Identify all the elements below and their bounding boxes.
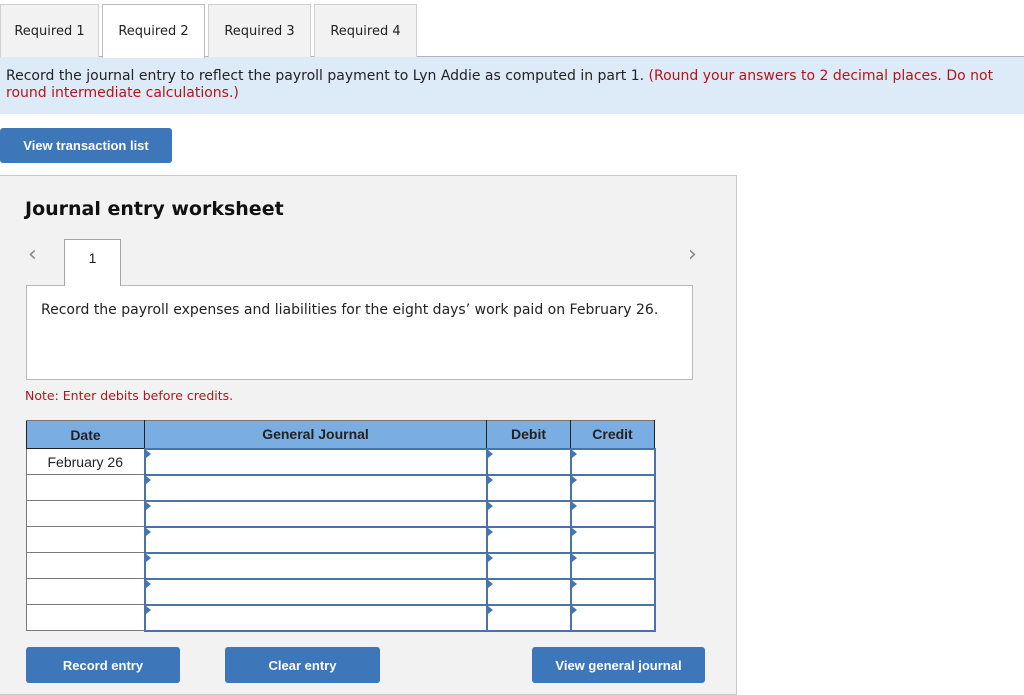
debit-input[interactable]	[487, 580, 570, 603]
prev-entry-chevron-left-icon[interactable]: ‹	[28, 244, 37, 266]
account-cell	[143, 525, 488, 554]
instruction-text: Record the journal entry to reflect the …	[6, 68, 645, 84]
debit-cell	[485, 551, 572, 580]
instruction-banner: Record the journal entry to reflect the …	[0, 57, 1024, 114]
date-column-header: Date	[26, 420, 145, 449]
entry-description: Record the payroll expenses and liabilit…	[26, 285, 693, 380]
date-cell: February 26	[26, 448, 145, 475]
view-transaction-list-button[interactable]: View transaction list	[0, 128, 172, 163]
debit-input[interactable]	[487, 528, 570, 551]
credit-cell	[569, 603, 656, 632]
debit-cell	[485, 499, 572, 528]
date-cell	[26, 500, 145, 527]
debit-cell	[485, 447, 572, 476]
account-input[interactable]	[145, 450, 486, 473]
tab-required-4[interactable]: Required 4	[314, 4, 417, 57]
entry-tab-1[interactable]: 1	[64, 239, 121, 286]
journal-row: February 26	[26, 447, 656, 476]
entry-number: 1	[88, 250, 97, 266]
journal-row	[26, 603, 656, 632]
general-journal-column-header: General Journal	[144, 420, 487, 449]
account-input[interactable]	[145, 528, 486, 551]
credit-cell	[569, 499, 656, 528]
date-cell	[26, 526, 145, 553]
credit-input[interactable]	[571, 476, 654, 499]
account-cell	[143, 499, 488, 528]
date-cell	[26, 552, 145, 579]
tab-required-3[interactable]: Required 3	[208, 4, 311, 57]
tab-required-1[interactable]: Required 1	[0, 4, 99, 57]
debit-column-header: Debit	[486, 420, 571, 449]
account-input[interactable]	[145, 502, 486, 525]
account-cell	[143, 447, 488, 476]
debits-before-credits-note: Note: Enter debits before credits.	[25, 388, 234, 403]
debit-input[interactable]	[487, 606, 570, 629]
credit-cell	[569, 577, 656, 606]
account-input[interactable]	[145, 606, 486, 629]
date-cell	[26, 474, 145, 501]
credit-input[interactable]	[571, 580, 654, 603]
entry-description-text: Record the payroll expenses and liabilit…	[41, 302, 659, 318]
account-cell	[143, 603, 488, 632]
credit-column-header: Credit	[570, 420, 655, 449]
journal-row	[26, 577, 656, 606]
debit-input[interactable]	[487, 450, 570, 473]
view-general-journal-button[interactable]: View general journal	[532, 647, 705, 683]
journal-row	[26, 473, 656, 502]
date-cell	[26, 604, 145, 631]
journal-table: Date General Journal Debit Credit Februa…	[26, 420, 656, 632]
journal-row	[26, 525, 656, 554]
account-cell	[143, 551, 488, 580]
credit-cell	[569, 447, 656, 476]
journal-header-row: Date General Journal Debit Credit	[26, 420, 655, 449]
record-entry-button[interactable]: Record entry	[26, 647, 180, 683]
account-cell	[143, 473, 488, 502]
credit-input[interactable]	[571, 502, 654, 525]
tab-required-2[interactable]: Required 2	[102, 4, 205, 58]
journal-row	[26, 551, 656, 580]
worksheet-title: Journal entry worksheet	[25, 198, 284, 220]
debit-cell	[485, 603, 572, 632]
date-cell	[26, 578, 145, 605]
debit-cell	[485, 525, 572, 554]
credit-input[interactable]	[571, 528, 654, 551]
debit-input[interactable]	[487, 554, 570, 577]
debit-input[interactable]	[487, 476, 570, 499]
debit-input[interactable]	[487, 502, 570, 525]
account-input[interactable]	[145, 476, 486, 499]
journal-row	[26, 499, 656, 528]
debit-cell	[485, 473, 572, 502]
account-cell	[143, 577, 488, 606]
account-input[interactable]	[145, 554, 486, 577]
credit-input[interactable]	[571, 554, 654, 577]
requirement-tabs: Required 1 Required 2 Required 3 Require…	[0, 0, 1024, 58]
credit-cell	[569, 473, 656, 502]
debit-cell	[485, 577, 572, 606]
credit-cell	[569, 551, 656, 580]
credit-input[interactable]	[571, 606, 654, 629]
clear-entry-button[interactable]: Clear entry	[225, 647, 380, 683]
credit-cell	[569, 525, 656, 554]
next-entry-chevron-right-icon[interactable]: ›	[688, 244, 697, 266]
credit-input[interactable]	[571, 450, 654, 473]
account-input[interactable]	[145, 580, 486, 603]
